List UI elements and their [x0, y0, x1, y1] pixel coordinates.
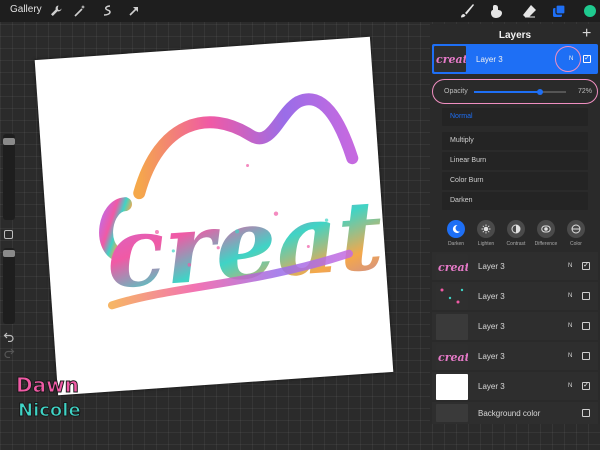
contrast-icon — [507, 220, 525, 238]
visibility-checkbox[interactable] — [582, 409, 590, 417]
layer-thumbnail — [436, 314, 468, 340]
visibility-checkbox[interactable]: ✓ — [582, 382, 590, 390]
lettering-artwork: create — [99, 93, 393, 310]
transform-arrow-icon[interactable] — [126, 3, 142, 19]
difference-icon — [537, 220, 555, 238]
mode-category-contrast[interactable]: Contrast — [502, 220, 530, 254]
layer-row[interactable]: Layer 3 N ✓ — [432, 372, 598, 400]
blend-mode-linear-burn[interactable]: Linear Burn — [442, 152, 588, 170]
blend-mode-multiply[interactable]: Multiply — [442, 132, 588, 150]
layers-icon[interactable] — [550, 2, 568, 20]
modify-button[interactable] — [4, 230, 13, 239]
layer-row[interactable]: Layer 3 N — [432, 312, 598, 340]
sun-icon — [477, 220, 495, 238]
mode-category-lighten[interactable]: Lighten — [472, 220, 500, 254]
brush-size-thumb[interactable] — [3, 138, 15, 145]
layer-thumbnail: create — [436, 254, 468, 280]
opacity-highlight — [432, 79, 598, 104]
layers-panel: Layers + create Layer 3 N ✓ Opacity 72% … — [430, 24, 600, 424]
layer-thumbnail: create — [436, 344, 468, 370]
create-word: create — [102, 174, 393, 310]
visibility-checkbox[interactable] — [582, 292, 590, 300]
mode-category-darken[interactable]: Darken — [442, 220, 470, 254]
drawing-canvas[interactable]: create — [34, 36, 394, 396]
brush-size-slider[interactable] — [3, 134, 15, 220]
active-layer-name: Layer 3 — [476, 55, 503, 64]
mode-category-difference[interactable]: Difference — [532, 220, 560, 254]
smudge-icon[interactable] — [488, 2, 506, 20]
left-sidebar — [1, 124, 17, 358]
svg-text:Dawn: Dawn — [16, 373, 79, 397]
redo-icon[interactable] — [3, 346, 15, 358]
layer-thumbnail — [436, 374, 468, 400]
blend-mode-normal[interactable]: Normal — [442, 108, 588, 126]
layer-thumbnail — [436, 284, 468, 310]
svg-text:Nicole: Nicole — [18, 400, 81, 421]
brush-icon[interactable] — [458, 2, 476, 20]
visibility-checkbox[interactable] — [582, 322, 590, 330]
blend-mode-highlight — [555, 46, 581, 72]
selection-icon[interactable] — [100, 3, 116, 19]
svg-text:create: create — [438, 261, 468, 274]
svg-text:create: create — [438, 351, 468, 364]
blend-mode-color-burn[interactable]: Color Burn — [442, 172, 588, 190]
layer-row[interactable]: create Layer 3 N — [432, 342, 598, 370]
dawn-nicole-logo: Dawn Nicole — [12, 368, 84, 424]
magic-wand-icon[interactable] — [72, 3, 88, 19]
mode-category-color[interactable]: Color — [562, 220, 590, 254]
visibility-checkbox[interactable]: ✓ — [583, 55, 591, 63]
layer-row[interactable]: Layer 3 N — [432, 282, 598, 310]
blend-mode-darken[interactable]: Darken — [442, 192, 588, 210]
layer-row[interactable]: create Layer 3 N ✓ — [432, 252, 598, 280]
layer-thumbnail — [436, 404, 468, 422]
eraser-icon[interactable] — [520, 2, 538, 20]
moon-icon — [447, 220, 465, 238]
gallery-button[interactable]: Gallery — [10, 4, 42, 15]
brush-opacity-slider[interactable] — [3, 248, 15, 324]
top-toolbar: Gallery — [0, 0, 600, 22]
color-icon — [567, 220, 585, 238]
undo-icon[interactable] — [3, 330, 15, 342]
color-picker-button[interactable] — [584, 5, 596, 17]
visibility-checkbox[interactable] — [582, 352, 590, 360]
svg-text:create: create — [436, 53, 466, 66]
visibility-checkbox[interactable]: ✓ — [582, 262, 590, 270]
layer-thumbnail: create — [434, 46, 466, 72]
wrench-icon[interactable] — [48, 3, 64, 19]
layers-panel-title: Layers — [498, 30, 532, 41]
brush-opacity-thumb[interactable] — [3, 250, 15, 257]
add-layer-button[interactable]: + — [582, 26, 591, 42]
background-color-row[interactable]: Background color — [432, 402, 598, 424]
